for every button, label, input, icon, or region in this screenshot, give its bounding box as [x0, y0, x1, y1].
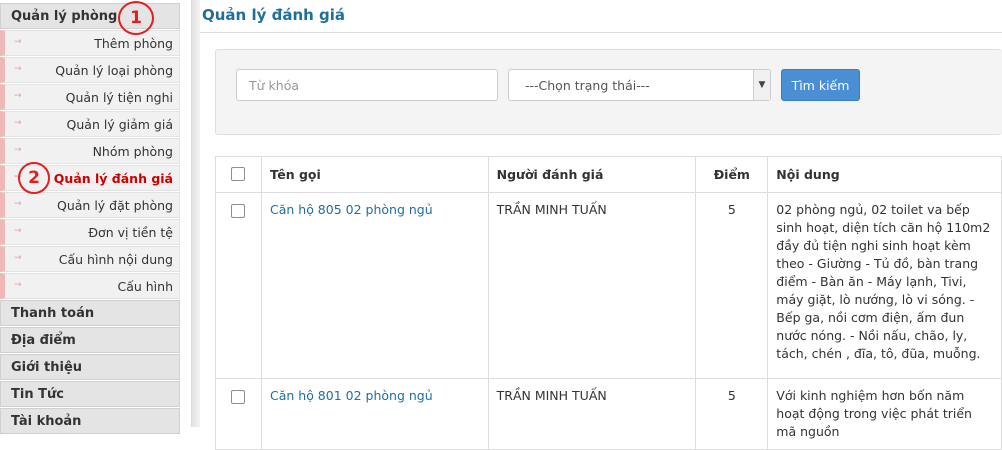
sidebar-item-label: Quản lý đặt phòng	[57, 197, 173, 213]
arrow-right-icon: →	[14, 37, 22, 47]
select-all-cell	[215, 156, 262, 193]
sidebar-item-label: Quản lý giảm giá	[66, 116, 173, 132]
status-select[interactable]: ---Chọn trạng thái--- ▼	[508, 69, 771, 101]
room-link[interactable]: Căn hộ 801 02 phòng ngủ	[270, 388, 433, 403]
sidebar-item-label: Thêm phòng	[94, 35, 173, 51]
sidebar-divider	[192, 0, 200, 427]
annotation-marker-2: 2	[18, 162, 50, 194]
arrow-right-icon: →	[14, 145, 22, 155]
table-header-row: Tên gọi Người đánh giá Điểm Nội dung	[215, 156, 1002, 193]
room-link[interactable]: Căn hộ 805 02 phòng ngủ	[270, 202, 433, 217]
filter-panel: ---Chọn trạng thái--- ▼ Tìm kiếm	[215, 49, 1002, 135]
sidebar-group-about[interactable]: Giới thiệu	[0, 354, 180, 380]
row-select-cell	[215, 378, 262, 450]
select-all-checkbox[interactable]	[231, 167, 245, 181]
cell-score: 5	[695, 378, 769, 450]
chevron-down-icon[interactable]: ▼	[753, 70, 770, 100]
reviews-table: Tên gọi Người đánh giá Điểm Nội dung Căn…	[215, 156, 1002, 450]
sidebar: Quản lý phòng → Thêm phòng → Quản lý loại …	[0, 0, 192, 434]
sidebar-group-label: Quản lý phòng	[11, 8, 118, 24]
arrow-right-icon: →	[14, 199, 22, 209]
arrow-right-icon: →	[14, 226, 22, 236]
sidebar-item-add-room[interactable]: → Thêm phòng	[0, 30, 180, 56]
page-title: Quản lý đánh giá	[202, 6, 346, 24]
cell-name: Căn hộ 801 02 phòng ngủ	[260, 378, 489, 450]
sidebar-item-room-groups[interactable]: → Nhóm phòng	[0, 138, 180, 164]
main-content: Quản lý đánh giá ---Chọn trạng thái--- ▼…	[200, 0, 1002, 450]
title-divider	[200, 32, 1002, 33]
cell-reviewer: TRẦN MINH TUẤN	[487, 378, 697, 450]
row-checkbox[interactable]	[231, 204, 245, 218]
annotation-marker-1: 1	[118, 1, 154, 35]
arrow-right-icon: →	[14, 64, 22, 74]
sidebar-menu: Quản lý phòng → Thêm phòng → Quản lý loại …	[0, 0, 180, 434]
sidebar-group-label: Tin Tức	[11, 386, 64, 402]
arrow-right-icon: →	[14, 253, 22, 263]
sidebar-group-location[interactable]: Địa điểm	[0, 327, 180, 353]
cell-reviewer: TRẦN MINH TUẤN	[487, 192, 697, 379]
sidebar-group-news[interactable]: Tin Tức	[0, 381, 180, 407]
sidebar-group-label: Tài khoản	[11, 413, 82, 429]
row-checkbox[interactable]	[231, 390, 245, 404]
sidebar-item-config[interactable]: → Cấu hình	[0, 273, 180, 299]
sidebar-item-label: Quản lý tiện nghi	[65, 89, 173, 105]
cell-content: Với kinh nghiệm hơn bốn năm hoạt động tr…	[767, 378, 1002, 450]
sidebar-item-bookings[interactable]: → Quản lý đặt phòng	[0, 192, 180, 218]
sidebar-item-label: Nhóm phòng	[92, 143, 173, 159]
sidebar-item-content-config[interactable]: → Cấu hình nội dung	[0, 246, 180, 272]
header-reviewer[interactable]: Người đánh giá	[487, 156, 697, 193]
sidebar-item-label: Cấu hình nội dung	[58, 251, 173, 267]
sidebar-group-label: Giới thiệu	[11, 359, 83, 375]
arrow-right-icon: →	[14, 91, 22, 101]
sidebar-item-label: Cấu hình	[117, 278, 173, 294]
table-row: Căn hộ 805 02 phòng ngủ TRẦN MINH TUẤN 5…	[215, 192, 1002, 379]
sidebar-item-discounts[interactable]: → Quản lý giảm giá	[0, 111, 180, 137]
cell-score: 5	[695, 192, 769, 379]
sidebar-group-account[interactable]: Tài khoản	[0, 408, 180, 434]
sidebar-item-label: Đơn vị tiền tệ	[88, 224, 173, 240]
sidebar-item-room-types[interactable]: → Quản lý loại phòng	[0, 57, 180, 83]
arrow-right-icon: →	[14, 118, 22, 128]
header-name[interactable]: Tên gọi	[260, 156, 489, 193]
cell-content: 02 phòng ngủ, 02 toilet va bếp sinh hoạt…	[767, 192, 1002, 379]
row-select-cell	[215, 192, 262, 379]
cell-name: Căn hộ 805 02 phòng ngủ	[260, 192, 489, 379]
search-button[interactable]: Tìm kiếm	[781, 69, 860, 101]
sidebar-group-label: Thanh toán	[11, 305, 95, 321]
sidebar-item-amenities[interactable]: → Quản lý tiện nghi	[0, 84, 180, 110]
sidebar-group-label: Địa điểm	[11, 332, 76, 348]
sidebar-group-payment[interactable]: Thanh toán	[0, 300, 180, 326]
sidebar-item-label: Quản lý loại phòng	[55, 62, 173, 78]
arrow-right-icon: →	[14, 280, 22, 290]
table-row: Căn hộ 801 02 phòng ngủ TRẦN MINH TUẤN 5…	[215, 378, 1002, 450]
keyword-input[interactable]	[236, 69, 498, 101]
sidebar-item-label: Quản lý đánh giá	[53, 170, 173, 186]
sidebar-item-currency[interactable]: → Đơn vị tiền tệ	[0, 219, 180, 245]
header-score[interactable]: Điểm	[695, 156, 769, 193]
status-select-value: ---Chọn trạng thái---	[525, 77, 650, 93]
header-content[interactable]: Nội dung	[767, 156, 1002, 193]
